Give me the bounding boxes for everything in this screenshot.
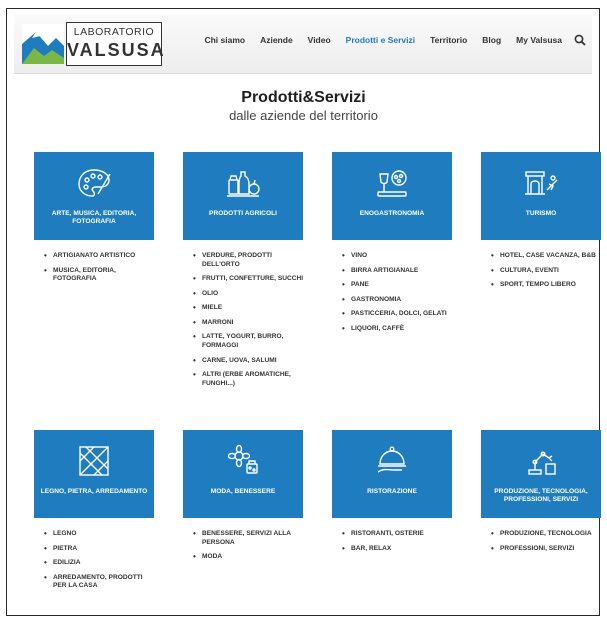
nav-video[interactable]: Video	[308, 35, 331, 45]
robot-arm-icon	[528, 451, 556, 475]
subcategory-item[interactable]: CULTURA, EVENTI	[491, 267, 603, 276]
nav-my-valsusa[interactable]: My Valsusa	[516, 35, 562, 45]
subcategory-list: HOTEL, CASE VACANZA, B&B CULTURA, EVENTI…	[491, 252, 603, 296]
category-label: RISTORAZIONE	[367, 488, 417, 495]
subcategory-list: BENESSERE, SERVIZI ALLA PERSONA MODA	[193, 530, 305, 568]
wellness-icon	[227, 444, 258, 474]
nav-aziende[interactable]: Aziende	[260, 35, 293, 45]
subcategory-item[interactable]: BENESSERE, SERVIZI ALLA PERSONA	[193, 530, 305, 547]
nav-blog[interactable]: Blog	[482, 35, 501, 45]
nav-territorio[interactable]: Territorio	[430, 35, 467, 45]
category-label: TURISMO	[525, 210, 557, 217]
subcategory-item[interactable]: PASTICCERIA, DOLCI, GELATI	[342, 310, 454, 319]
category-label: ARTE, MUSICA, EDITORIA, FOTOGRAFIA	[51, 210, 137, 226]
category-label: LEGNO, PIETRA, ARREDAMENTO	[40, 488, 148, 495]
site-logo[interactable]: LABORATORIO VALSUSA	[22, 22, 164, 66]
category-tile-turismo[interactable]: TURISMO	[481, 152, 601, 240]
subcategory-item[interactable]: OLIO	[193, 290, 305, 299]
subcategory-item[interactable]: EDILIZIA	[44, 559, 156, 568]
category-tile-ristorazione[interactable]: RISTORAZIONE	[332, 430, 452, 518]
subcategory-item[interactable]: LEGNO	[44, 530, 156, 539]
main-nav: Chi siamo Aziende Video Prodotti e Servi…	[189, 34, 586, 46]
subcategory-item[interactable]: ARTIGIANATO ARTISTICO	[44, 252, 156, 261]
wood-stone-icon	[79, 446, 109, 476]
category-tile-arte[interactable]: ARTE, MUSICA, EDITORIA, FOTOGRAFIA	[34, 152, 154, 240]
subcategory-item[interactable]: PROFESSIONI, SERVIZI	[491, 545, 603, 554]
subcategory-item[interactable]: PIETRA	[44, 545, 156, 554]
page-subtitle: dalle aziende del territorio	[229, 108, 378, 123]
subcategory-item[interactable]: MIELE	[193, 304, 305, 313]
subcategory-list: PRODUZIONE, TECNOLOGIA PROFESSIONI, SERV…	[491, 530, 603, 559]
category-label: PRODOTTI AGRICOLI	[209, 210, 277, 217]
category-tile-prodotti-agricoli[interactable]: PRODOTTI AGRICOLI	[183, 152, 303, 240]
subcategory-item[interactable]: CARNE, UOVA, SALUMI	[193, 357, 305, 366]
subcategory-item[interactable]: MODA	[193, 553, 305, 562]
logo-bottom-text: VALSUSA	[67, 40, 166, 60]
nav-chi-siamo[interactable]: Chi siamo	[204, 35, 245, 45]
category-tile-moda[interactable]: MODA, BENESSERE	[183, 430, 303, 518]
page-title: Prodotti&Servizi	[241, 89, 366, 106]
logo-wordmark: LABORATORIO VALSUSA	[66, 22, 166, 66]
subcategory-item[interactable]: LATTE, YOGURT, BURRO, FORMAGGI	[193, 333, 305, 350]
subcategory-item[interactable]: SPORT, TEMPO LIBERO	[491, 281, 603, 290]
category-tile-enogastronomia[interactable]: ENOGASTRONOMIA	[332, 152, 452, 240]
subcategory-item[interactable]: PANE	[342, 281, 454, 290]
subcategory-item[interactable]: BIRRA ARTIGIANALE	[342, 267, 454, 276]
subcategory-list: LEGNO PIETRA EDILIZIA ARREDAMENTO, PRODO…	[44, 530, 156, 597]
subcategory-list: VINO BIRRA ARTIGIANALE PANE GASTRONOMIA …	[342, 252, 454, 339]
farm-products-icon	[227, 171, 260, 197]
category-tile-legno[interactable]: LEGNO, PIETRA, ARREDAMENTO	[34, 430, 154, 518]
nav-prodotti-servizi[interactable]: Prodotti e Servizi	[346, 35, 415, 45]
subcategory-item[interactable]: MARRONI	[193, 319, 305, 328]
subcategory-item[interactable]: RISTORANTI, OSTERIE	[342, 530, 454, 539]
subcategory-item[interactable]: PRODUZIONE, TECNOLOGIA	[491, 530, 603, 539]
subcategory-item[interactable]: LIQUORI, CAFFÈ	[342, 325, 454, 334]
category-tile-produzione[interactable]: PRODUZIONE, TECNOLOGIA, PROFESSIONI, SER…	[481, 430, 601, 518]
logo-top-text: LABORATORIO	[73, 26, 155, 38]
category-label: MODA, BENESSERE	[210, 488, 276, 495]
subcategory-item[interactable]: GASTRONOMIA	[342, 296, 454, 305]
palette-icon	[78, 169, 111, 197]
subcategory-list: RISTORANTI, OSTERIE BAR, RELAX	[342, 530, 454, 559]
category-label: PRODUZIONE, TECNOLOGIA, PROFESSIONI, SER…	[494, 488, 588, 504]
mountain-logo-icon	[22, 24, 64, 64]
category-label: ENOGASTRONOMIA	[359, 210, 425, 217]
subcategory-list: ARTIGIANATO ARTISTICO MUSICA, EDITORIA, …	[44, 252, 156, 290]
subcategory-item[interactable]: ALTRI (ERBE AROMATICHE, FUNGHI...)	[193, 371, 305, 388]
subcategory-item[interactable]: FRUTTI, CONFETTURE, SUCCHI	[193, 275, 305, 284]
subcategory-item[interactable]: VINO	[342, 252, 454, 261]
subcategory-item[interactable]: BAR, RELAX	[342, 545, 454, 554]
search-icon[interactable]	[574, 34, 586, 46]
subcategory-item[interactable]: HOTEL, CASE VACANZA, B&B	[491, 252, 603, 261]
subcategory-item[interactable]: ARREDAMENTO, PRODOTTI PER LA CASA	[44, 574, 156, 591]
cloche-icon	[377, 446, 406, 473]
tourism-icon	[525, 171, 558, 195]
subcategory-item[interactable]: VERDURE, PRODOTTI DELL'ORTO	[193, 252, 305, 269]
wine-food-icon	[377, 170, 407, 197]
subcategory-list: VERDURE, PRODOTTI DELL'ORTO FRUTTI, CONF…	[193, 252, 305, 394]
site-header: LABORATORIO VALSUSA Chi siamo Aziende Vi…	[14, 14, 592, 74]
subcategory-item[interactable]: MUSICA, EDITORIA, FOTOGRAFIA	[44, 267, 156, 284]
